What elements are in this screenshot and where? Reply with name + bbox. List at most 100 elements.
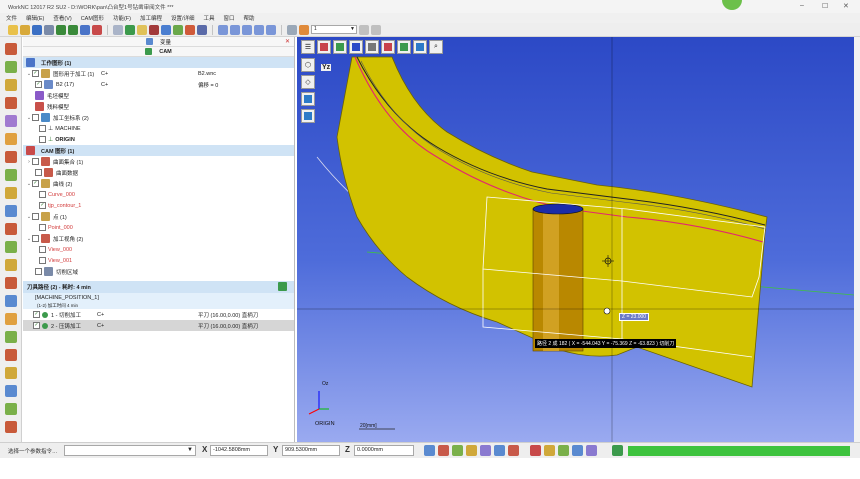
tree-row[interactable]: Curve_000 xyxy=(23,189,294,200)
contour-icon[interactable] xyxy=(5,115,17,127)
tree-checkbox[interactable] xyxy=(39,136,46,143)
snap-grid-icon[interactable] xyxy=(494,445,505,456)
y-coordinate-field[interactable]: 909.5300mm xyxy=(282,445,340,456)
tree-row[interactable]: › 曲面集合 (1) xyxy=(23,156,294,167)
refresh-icon[interactable] xyxy=(266,24,276,35)
print-icon[interactable] xyxy=(44,24,54,35)
new-file-icon[interactable] xyxy=(8,24,18,35)
finishing-icon[interactable] xyxy=(5,79,17,91)
tree-checkbox[interactable] xyxy=(39,125,46,132)
menu-machining[interactable]: 加工编程 xyxy=(140,14,162,22)
zoom-icon[interactable] xyxy=(92,24,102,35)
undo-icon[interactable] xyxy=(56,24,66,35)
snap-curve-icon[interactable] xyxy=(452,445,463,456)
tree-checkbox[interactable]: ✓ xyxy=(32,70,39,77)
tree-row[interactable]: ⌄ ✓ 曲线 (2) xyxy=(23,178,294,189)
menu-window[interactable]: 窗口 xyxy=(224,14,235,22)
tree-row[interactable]: ⌄ 加工视角 (2) xyxy=(23,233,294,244)
tree-checkbox[interactable] xyxy=(32,235,39,242)
view-combo[interactable]: 1 ▼ xyxy=(311,25,357,34)
tree-row[interactable]: ⊥ MACHINE xyxy=(23,123,294,134)
5axis-icon[interactable] xyxy=(5,241,17,253)
open-folder-icon[interactable] xyxy=(20,24,30,35)
tree-checkbox[interactable] xyxy=(39,257,46,264)
maximize-button[interactable]: ☐ xyxy=(822,2,828,10)
snap-center-icon[interactable] xyxy=(480,445,491,456)
tree-row[interactable]: 残料模型 xyxy=(23,101,294,112)
x-coordinate-field[interactable]: -1042.5808mm xyxy=(210,445,268,456)
workzone-header[interactable]: 工作图形 (1) xyxy=(23,57,294,68)
trim-icon[interactable] xyxy=(5,277,17,289)
tree-checkbox[interactable]: ✓ xyxy=(39,202,46,209)
snap-end-icon[interactable] xyxy=(508,445,519,456)
tree-checkbox[interactable] xyxy=(35,169,42,176)
zoom-fit-icon[interactable]: ⌕ xyxy=(429,40,443,54)
outline-cube-icon[interactable]: ◇ xyxy=(301,75,315,89)
snap-surface-icon[interactable] xyxy=(466,445,477,456)
point-icon[interactable] xyxy=(149,24,159,35)
tree-row[interactable]: ✓ tjp_contour_1 xyxy=(23,200,294,211)
pocket-icon[interactable] xyxy=(5,133,17,145)
command-combo[interactable]: ▼ xyxy=(64,445,196,456)
minimize-button[interactable]: – xyxy=(800,2,804,9)
rest-icon[interactable] xyxy=(5,223,17,235)
thread-icon[interactable] xyxy=(5,331,17,343)
rotate-icon[interactable] xyxy=(218,24,228,35)
z-coordinate-field[interactable]: 0.0000mm xyxy=(354,445,414,456)
measure-distance-icon[interactable] xyxy=(530,445,541,456)
cube-front-icon[interactable] xyxy=(333,40,347,54)
engrave-icon[interactable] xyxy=(5,259,17,271)
zoom-window-icon[interactable] xyxy=(242,24,252,35)
pan-icon[interactable] xyxy=(230,24,240,35)
probe-icon[interactable] xyxy=(5,385,17,397)
tree-row[interactable]: View_001 xyxy=(23,255,294,266)
solid-cube-icon[interactable] xyxy=(301,109,315,123)
post-icon[interactable] xyxy=(5,421,17,433)
cam-icon[interactable] xyxy=(5,43,17,55)
menu-file[interactable]: 文件 xyxy=(6,14,17,22)
close-button[interactable]: ✕ xyxy=(843,2,849,10)
toolpath-row[interactable]: ✓ 2 - 压铸加工 C+ 平刀 (16.00,0.00) 直柄刀 xyxy=(23,320,294,331)
boring-icon[interactable] xyxy=(5,349,17,361)
tree-row[interactable]: 切削区域 xyxy=(23,266,294,277)
tree-row[interactable]: ⌄ 加工坐标系 (2) xyxy=(23,112,294,123)
tree-checkbox[interactable] xyxy=(39,246,46,253)
measure-radius-icon[interactable] xyxy=(558,445,569,456)
fit-icon[interactable] xyxy=(254,24,264,35)
tree-checkbox[interactable]: ✓ xyxy=(33,311,40,318)
tree-checkbox[interactable]: ✓ xyxy=(35,81,42,88)
display-icon[interactable] xyxy=(173,24,183,35)
tree-checkbox[interactable] xyxy=(32,213,39,220)
machine-position-row[interactable]: [MACHINE_POSITION_1] xyxy=(23,293,294,302)
toolpath-row[interactable]: ✓ 1 - 切削加工 C+ 平刀 (16.00,0.00) 直柄刀 xyxy=(23,309,294,320)
offset-icon[interactable] xyxy=(5,295,17,307)
menu-cam-graph[interactable]: CAM图形 xyxy=(81,14,104,22)
zlevel-icon[interactable] xyxy=(5,169,17,181)
drilling-icon[interactable] xyxy=(5,97,17,109)
tree-row[interactable]: ⊥ ORIGIN xyxy=(23,134,294,145)
tree-checkbox[interactable]: ✓ xyxy=(33,322,40,329)
roughing-icon[interactable] xyxy=(5,61,17,73)
settings-icon[interactable] xyxy=(359,24,369,35)
wire-cube-icon[interactable]: ⬡ xyxy=(301,58,315,72)
info-icon[interactable] xyxy=(371,24,381,35)
spiral-icon[interactable] xyxy=(5,151,17,163)
verify-icon[interactable] xyxy=(5,403,17,415)
compute-icon[interactable] xyxy=(612,445,623,456)
simulate-icon[interactable] xyxy=(197,24,207,35)
snap-icon[interactable] xyxy=(424,445,435,456)
tree-row[interactable]: ⌄ 点 (1) xyxy=(23,211,294,222)
menu-functions[interactable]: 功能(F) xyxy=(113,14,131,22)
toolpaths-header[interactable]: 刀具路径 (2) - 耗时: 4 min xyxy=(23,281,294,293)
toolpath-icon[interactable] xyxy=(185,24,195,35)
tree-row[interactable]: 毛坯模型 xyxy=(23,90,294,101)
tree-checkbox[interactable] xyxy=(35,268,42,275)
tree-checkbox[interactable] xyxy=(32,158,39,165)
snap-point-icon[interactable] xyxy=(438,445,449,456)
menu-icon[interactable]: ☰ xyxy=(301,40,315,54)
blue-cube-icon[interactable] xyxy=(301,92,315,106)
close-icon[interactable]: ✕ xyxy=(285,38,290,45)
curve-icon[interactable] xyxy=(137,24,147,35)
variables-tab[interactable]: 变量 ✕ xyxy=(23,37,294,47)
menu-tools[interactable]: 工具 xyxy=(204,14,215,22)
